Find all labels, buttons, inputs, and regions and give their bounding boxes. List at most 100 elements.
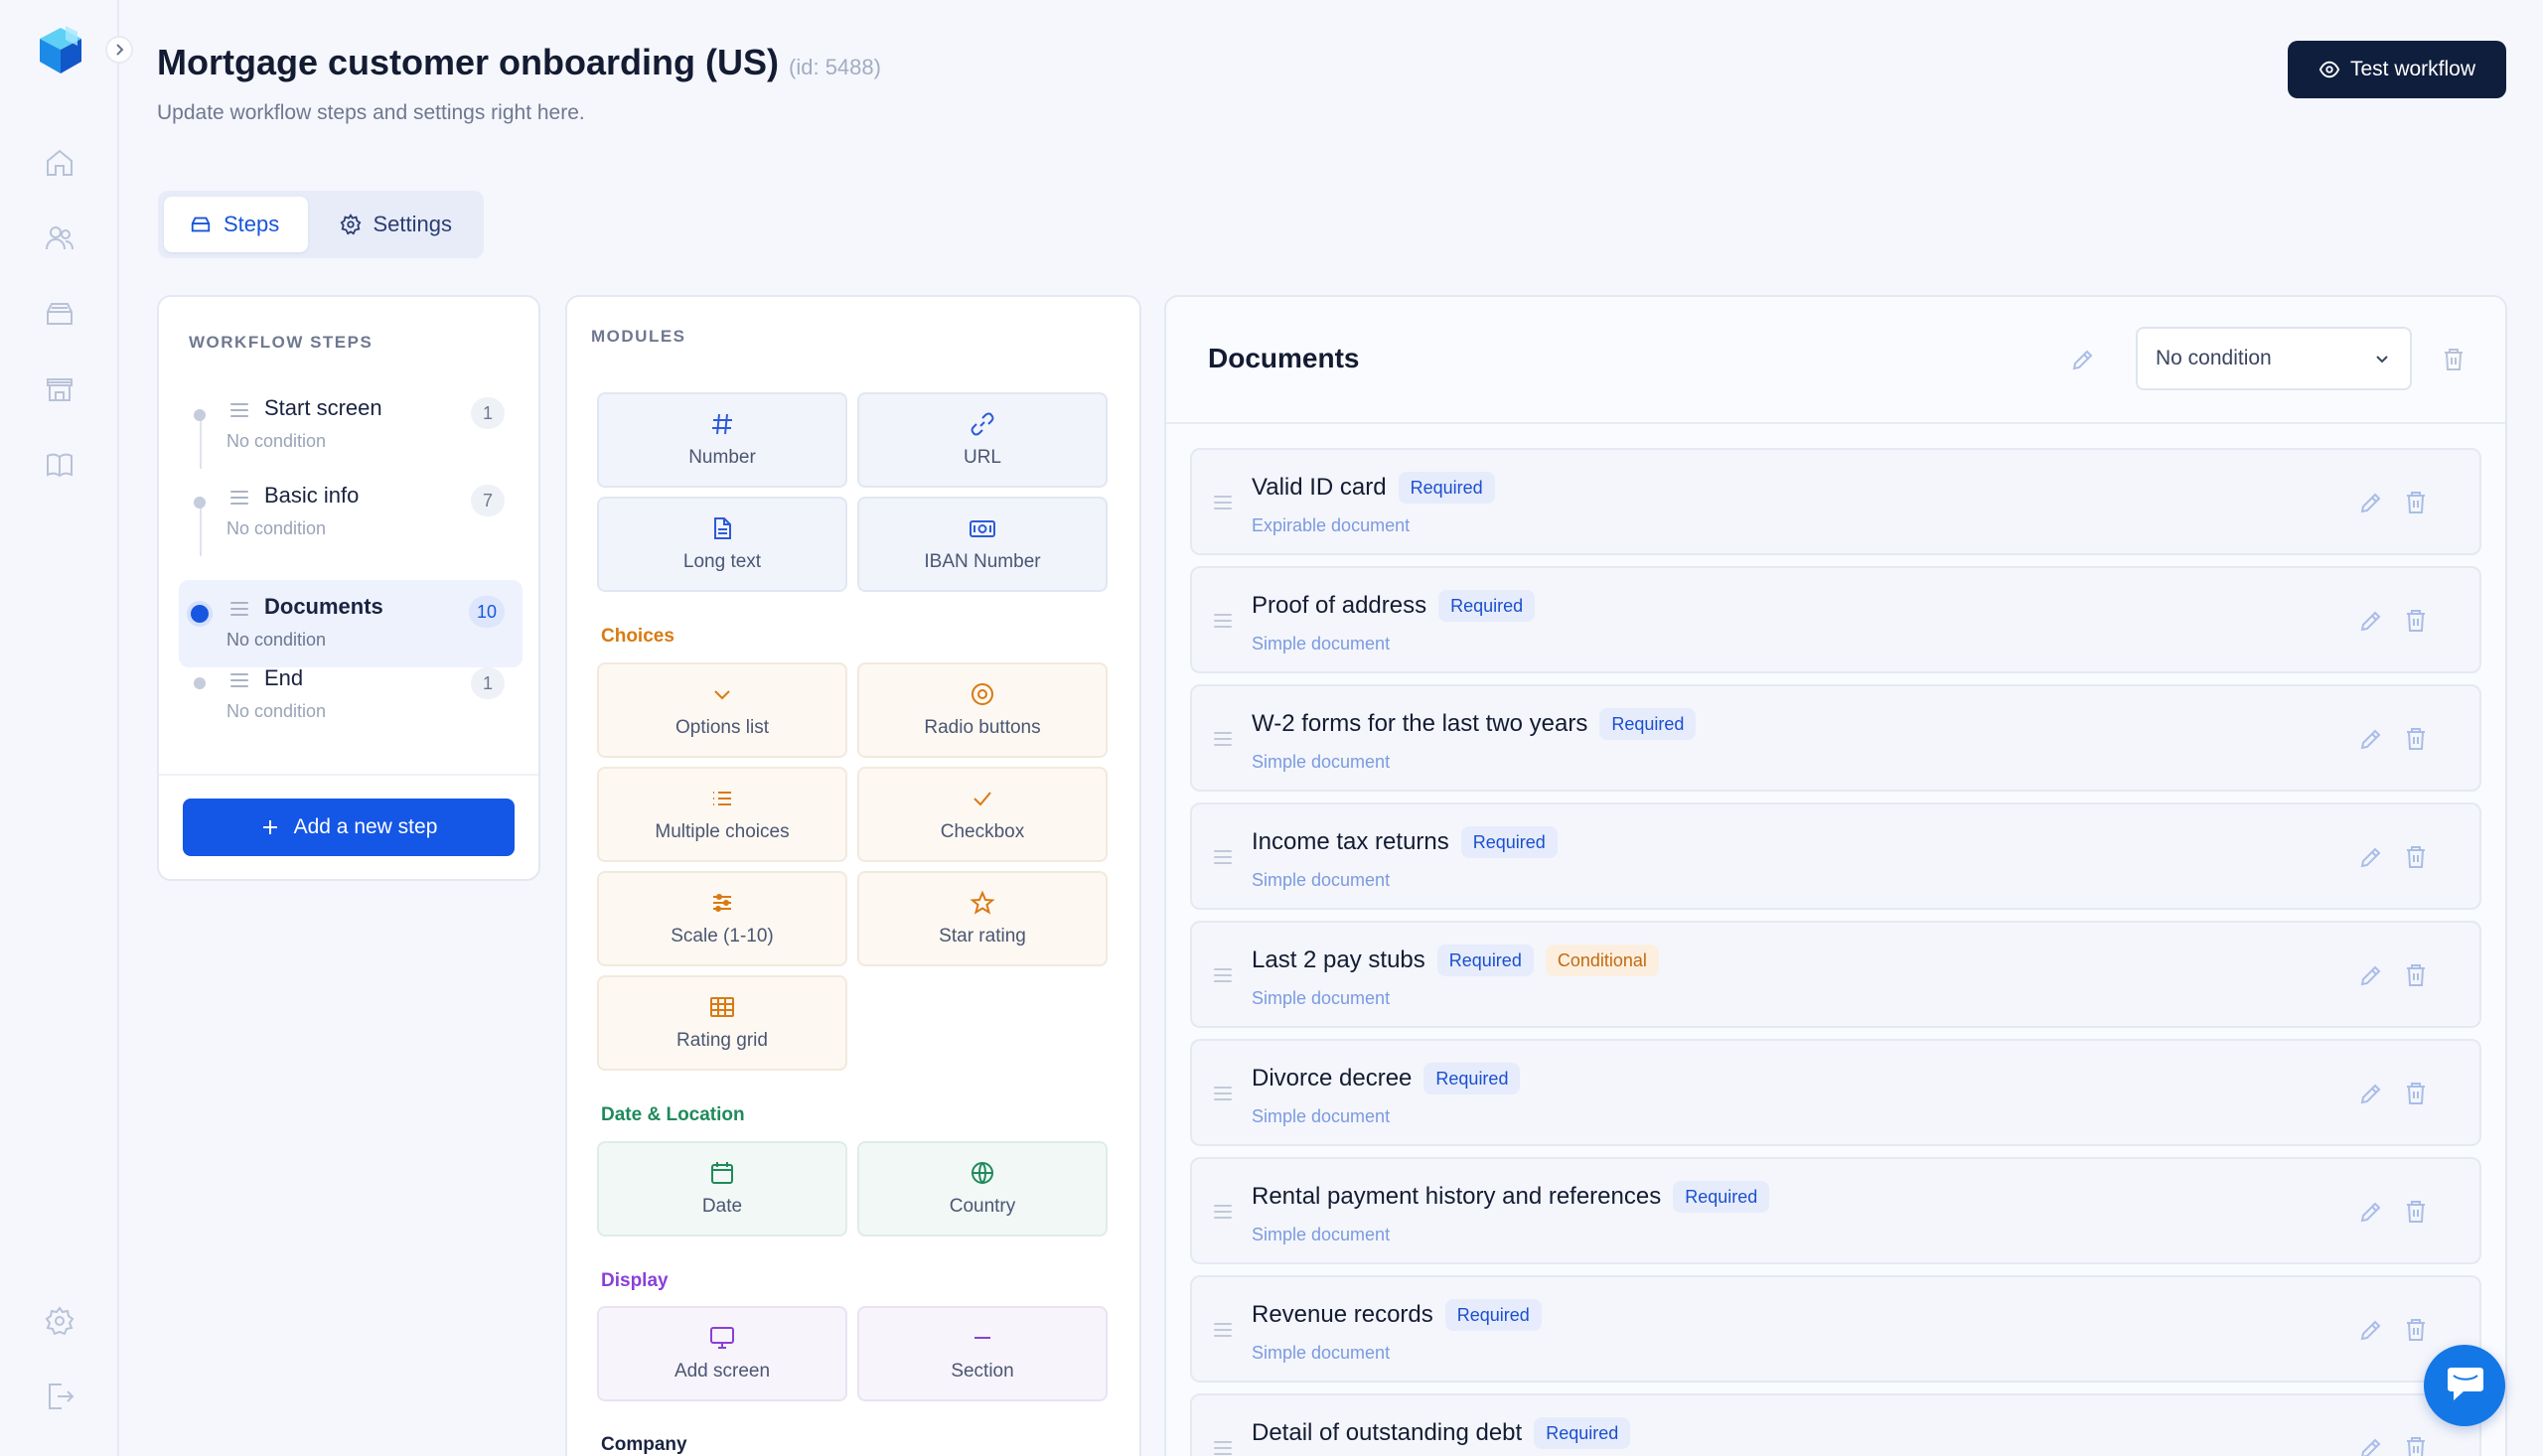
drag-handle-icon[interactable] [1214,1441,1232,1455]
document-type: Expirable document [1252,515,1411,535]
add-step-button[interactable]: Add a new step [183,799,515,856]
document-item[interactable]: W-2 forms for the last two years Required… [1190,684,2481,792]
delete-document-button[interactable] [2404,962,2428,993]
delete-document-button[interactable] [2404,608,2428,639]
drag-handle-icon[interactable] [1214,732,1232,746]
tab-bar: Steps Settings [158,191,484,258]
trash-icon [2407,846,2425,868]
app-logo[interactable] [36,24,85,75]
inbox-icon[interactable] [42,296,77,332]
drag-handle-icon[interactable] [230,491,248,505]
document-item[interactable]: Detail of outstanding debt Required [1190,1393,2481,1456]
drag-handle-icon[interactable] [1214,496,1232,510]
choices-heading: Choices [601,626,674,647]
document-name: Revenue records [1252,1301,1433,1328]
settings-icon[interactable] [42,1303,77,1339]
drag-handle-icon[interactable] [230,673,248,687]
module-long-text[interactable]: Long text [597,497,847,592]
delete-document-button[interactable] [2404,1435,2428,1456]
workflow-step[interactable]: Start screen No condition 1 [179,381,523,469]
document-type: Simple document [1252,1343,1391,1363]
edit-document-button[interactable] [2358,962,2384,993]
drag-handle-icon[interactable] [1214,968,1232,982]
module-label: IBAN Number [924,551,1041,572]
module-iban[interactable]: IBAN Number [857,497,1108,592]
module-country[interactable]: Country [857,1141,1108,1237]
document-type: Simple document [1252,870,1391,890]
tab-settings-label: Settings [373,212,453,236]
edit-step-button[interactable] [2070,347,2096,377]
logout-icon[interactable] [42,1379,77,1414]
delete-document-button[interactable] [2404,1081,2428,1111]
module-rating-grid[interactable]: Rating grid [597,975,847,1071]
test-workflow-button[interactable]: Test workflow [2288,41,2506,98]
document-item[interactable]: Valid ID card Required Expirable document [1190,448,2481,555]
edit-document-button[interactable] [2358,844,2384,875]
module-radio-buttons[interactable]: Radio buttons [857,662,1108,758]
module-number[interactable]: Number [597,392,847,488]
delete-document-button[interactable] [2404,844,2428,875]
module-multiple-choices[interactable]: Multiple choices [597,767,847,862]
workflow-step[interactable]: Basic info No condition 7 [179,469,523,556]
module-date[interactable]: Date [597,1141,847,1237]
document-item[interactable]: Rental payment history and references Req… [1190,1157,2481,1264]
document-type: Simple document [1252,988,1391,1008]
document-item[interactable]: Revenue records Required Simple document [1190,1275,2481,1383]
edit-document-button[interactable] [2358,726,2384,757]
module-url[interactable]: URL [857,392,1108,488]
module-options-list[interactable]: Options list [597,662,847,758]
tab-settings[interactable]: Settings [314,197,479,252]
book-icon[interactable] [42,447,77,483]
drag-handle-icon[interactable] [1214,850,1232,864]
drag-handle-icon[interactable] [230,602,248,616]
module-add-screen[interactable]: Add screen [597,1306,847,1401]
home-icon[interactable] [42,145,77,181]
module-section[interactable]: Section [857,1306,1108,1401]
title-row: Mortgage customer onboarding (US) (id: 5… [157,42,881,83]
document-item[interactable]: Last 2 pay stubs Required Conditional Simpl… [1190,921,2481,1028]
drag-handle-icon[interactable] [1214,1205,1232,1219]
module-scale[interactable]: Scale (1-10) [597,871,847,966]
document-name: Valid ID card [1252,474,1387,501]
pencil-icon [2360,1084,2381,1104]
edit-document-button[interactable] [2358,608,2384,639]
trash-icon [2407,1083,2425,1104]
delete-document-button[interactable] [2404,1199,2428,1230]
drawer-icon [191,217,211,232]
workflow-step[interactable]: End No condition 1 [179,648,523,735]
delete-document-button[interactable] [2404,490,2428,520]
edit-document-button[interactable] [2358,1081,2384,1111]
module-label: URL [963,447,1001,468]
drag-handle-icon[interactable] [230,403,248,417]
tab-steps[interactable]: Steps [164,197,308,252]
store-icon[interactable] [42,371,77,407]
drag-handle-icon[interactable] [1214,614,1232,628]
delete-document-button[interactable] [2404,1317,2428,1348]
grid-icon [710,997,734,1017]
users-icon[interactable] [42,220,77,256]
condition-select[interactable]: No condition [2136,327,2412,390]
drag-handle-icon[interactable] [1214,1087,1232,1100]
delete-document-button[interactable] [2404,726,2428,757]
step-count-badge: 7 [471,485,505,516]
step-dot [191,605,209,623]
document-name: Divorce decree [1252,1065,1413,1092]
edit-document-button[interactable] [2358,1317,2384,1348]
module-star-rating[interactable]: Star rating [857,871,1108,966]
document-item[interactable]: Income tax returns Required Simple documen… [1190,802,2481,910]
module-label: Radio buttons [924,717,1041,738]
document-item[interactable]: Proof of address Required Simple document [1190,566,2481,673]
chat-support-button[interactable] [2424,1345,2505,1426]
edit-document-button[interactable] [2358,1199,2384,1230]
document-type: Simple document [1252,1225,1391,1244]
documents-panel: Documents No condition Valid ID card Requ… [1164,295,2507,1456]
workflow-steps-heading: WORKFLOW STEPS [189,333,374,352]
document-item[interactable]: Divorce decree Required Simple document [1190,1039,2481,1146]
module-checkbox[interactable]: Checkbox [857,767,1108,862]
document-type: Simple document [1252,634,1391,654]
delete-step-button[interactable] [2442,347,2466,377]
edit-document-button[interactable] [2358,490,2384,520]
expand-sidebar-button[interactable] [105,36,133,64]
edit-document-button[interactable] [2358,1435,2384,1456]
drag-handle-icon[interactable] [1214,1323,1232,1337]
